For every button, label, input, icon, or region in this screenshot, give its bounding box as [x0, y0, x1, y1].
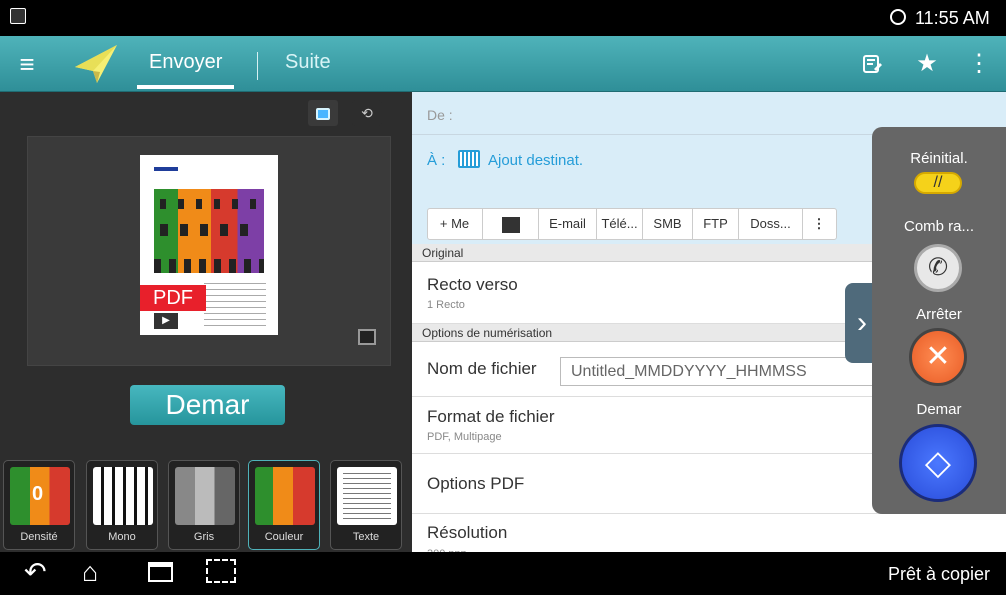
phone-button-icon[interactable]: ✆ [914, 244, 962, 292]
start-button[interactable]: Demar [130, 385, 285, 425]
back-icon[interactable]: ↶ [24, 557, 47, 588]
row-subtitle: PDF, Multipage [427, 431, 502, 443]
reset-label: Réinitial. [910, 150, 968, 167]
row-title: Options PDF [427, 474, 525, 493]
shortcut-me[interactable]: + Me [427, 208, 483, 240]
edit-list-icon[interactable] [851, 43, 893, 85]
expand-icon[interactable] [358, 329, 376, 345]
row-title: Recto verso [427, 275, 518, 294]
status-text: Prêt à copier [888, 564, 991, 584]
status-bar: 11:55 AM [0, 0, 1006, 36]
start-label: Demar [916, 401, 962, 418]
add-recipient-link[interactable]: Ajout destinat. [488, 152, 583, 169]
home-icon[interactable]: ⌂ [82, 557, 98, 588]
text-thumb [337, 467, 397, 525]
clock-time: 11:55 AM [915, 8, 990, 28]
brand-mark [154, 167, 178, 171]
shortcut-smb[interactable]: SMB [643, 208, 693, 240]
shortcut-email[interactable]: E-mail [539, 208, 597, 240]
window-row [154, 259, 264, 273]
density-value: 0 [32, 483, 44, 505]
more-vertical-icon[interactable]: ⋮ [958, 43, 1000, 85]
from-label: De : [427, 107, 453, 123]
filter-densite[interactable]: 0 Densité [3, 460, 75, 550]
to-label: À : [427, 152, 446, 169]
play-icon[interactable]: ▶ [154, 313, 178, 329]
filename-label: Nom de fichier [427, 359, 537, 378]
row-resolution[interactable]: Résolution 300 ppp [412, 514, 1006, 560]
image-icon [10, 8, 26, 24]
shortcut-contact[interactable] [483, 208, 539, 240]
stop-button[interactable]: ✕ [909, 328, 967, 386]
app-bar: ≡ Envoyer Suite ★ ⋮ [0, 36, 1006, 92]
shortcut-ftp[interactable]: FTP [693, 208, 739, 240]
keyboard-icon [458, 150, 480, 168]
stop-label: Arrêter [916, 306, 962, 323]
settings-history-icon[interactable]: ⟲ [352, 100, 382, 126]
mono-thumb [93, 467, 153, 525]
row-subtitle: 1 Recto [427, 299, 465, 311]
star-icon[interactable]: ★ [906, 43, 948, 85]
pdf-badge: PDF [140, 285, 206, 311]
filter-gris[interactable]: Gris [168, 460, 240, 550]
gray-thumb [175, 467, 235, 525]
text-lines [204, 283, 266, 327]
screenshot-icon[interactable] [206, 559, 236, 583]
window-row [160, 199, 258, 209]
row-title: Format de fichier [427, 407, 555, 426]
reset-button[interactable]: // [914, 172, 962, 194]
shortcut-folder[interactable]: Doss... [739, 208, 803, 240]
globe-icon [890, 9, 906, 25]
row-title: Résolution [427, 523, 508, 542]
paper-plane-icon [73, 43, 119, 85]
navigation-bar: ↶ ⌂ Prêt à copier [0, 552, 1006, 595]
shortcut-more-icon[interactable]: ⋮ [803, 208, 835, 240]
filter-texte[interactable]: Texte [330, 460, 402, 550]
start-round-button[interactable]: ◇ [899, 424, 977, 502]
recent-apps-icon[interactable] [148, 562, 173, 582]
tab-suite[interactable]: Suite [285, 51, 331, 74]
color-thumb [255, 467, 315, 525]
image-preview-icon[interactable] [308, 100, 338, 126]
tab-envoyer[interactable]: Envoyer [136, 51, 235, 89]
call-label: Comb ra... [903, 218, 975, 235]
shortcut-fax[interactable]: Télé... [597, 208, 643, 240]
document-page: PDF ▶ [140, 155, 278, 335]
tab-divider [257, 52, 258, 80]
building-photo [154, 179, 264, 273]
preview-area: PDF ▶ [27, 136, 391, 366]
filter-couleur[interactable]: Couleur [248, 460, 320, 550]
window-row [160, 224, 258, 236]
action-panel: Réinitial. // Comb ra... ✆ Arrêter ✕ Dem… [872, 127, 1006, 514]
filter-mono[interactable]: Mono [86, 460, 158, 550]
preview-panel: ⟲ PDF ▶ Demar 0 Densité Mono Gris Couleu… [0, 92, 412, 552]
hamburger-menu-icon[interactable]: ≡ [6, 43, 48, 85]
